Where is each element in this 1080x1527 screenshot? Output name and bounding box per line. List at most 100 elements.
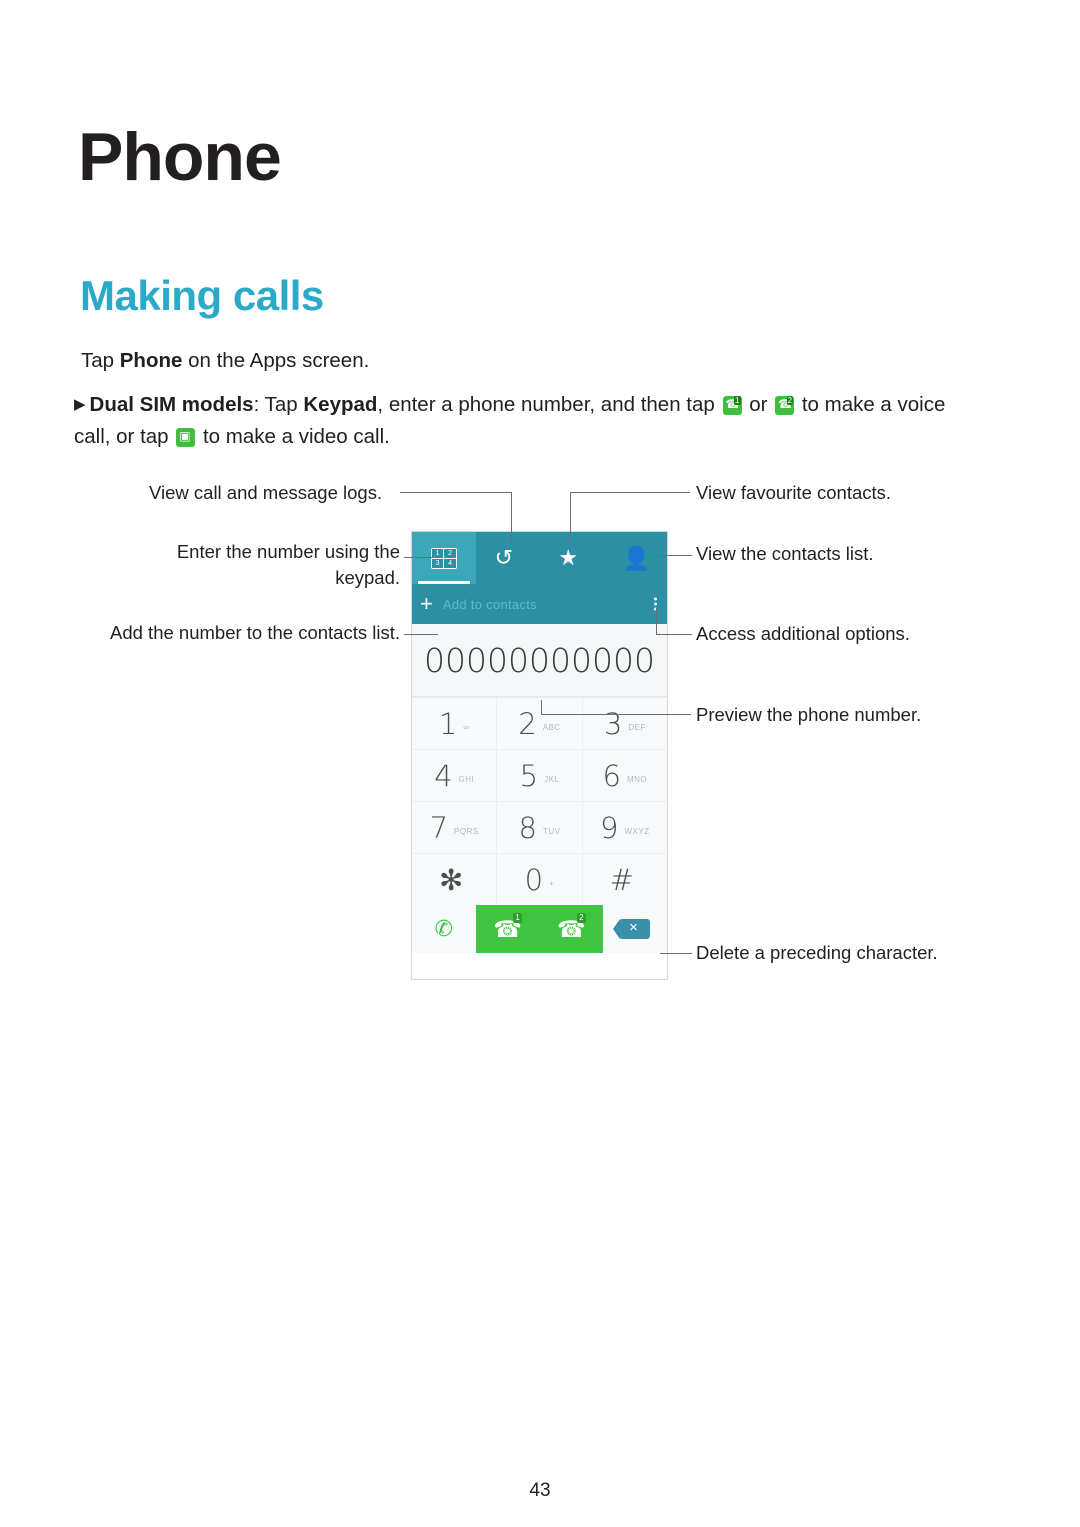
key-digit: 1 [438, 706, 458, 741]
intro-text-bold: Phone [119, 349, 183, 372]
leader-line-preview [541, 714, 691, 715]
tab-favourites[interactable]: ★ [540, 532, 604, 584]
page-title: Phone [78, 119, 282, 195]
call-sim2-button[interactable]: ☎ 2 [539, 905, 604, 953]
add-to-contacts-bar[interactable]: + Add to contacts [412, 584, 667, 624]
key-digit: 2 [518, 706, 537, 741]
key-5[interactable]: 5 JKL [497, 750, 582, 801]
callout-favourites: View favourite contacts. [696, 482, 892, 503]
dual-sim-paragraph: ▶ Dual SIM models: Tap Keypad, enter a ph… [74, 389, 974, 453]
callout-delete-char: Delete a preceding character. [696, 942, 938, 963]
key-digit: 9 [600, 810, 619, 845]
page-number: 43 [529, 1480, 551, 1501]
key-6[interactable]: 6 MNO [582, 750, 667, 801]
call-log-icon: ↺ [494, 545, 514, 570]
intro-paragraph: Tap Phone on the Apps screen. [81, 345, 781, 377]
leader-line-call-logs-v [511, 492, 512, 542]
callout-preview-number: Preview the phone number. [696, 704, 922, 725]
key-star[interactable]: ✻ [412, 854, 497, 905]
dial-keypad: 1 ∞ 2 ABC 3 DEF 4 GHI 5 JKL 6 MNO 7 PQRS 8 TUV 9… [412, 697, 667, 905]
key-sublabel: JKL [544, 775, 560, 784]
sim1-badge: 1 [513, 913, 522, 923]
leader-line-call-logs [400, 492, 512, 493]
person-icon: 👤 [622, 545, 651, 571]
leader-line-add-contacts [404, 634, 438, 635]
key-digit: # [609, 862, 634, 897]
number-preview-text: 00000000000 [424, 640, 655, 680]
dual-sim-text-1: : Tap [253, 393, 304, 416]
keypad-icon-key-2: 2 [444, 548, 456, 558]
leader-line-favourites [570, 492, 690, 493]
key-sublabel: MNO [626, 775, 648, 784]
key-9[interactable]: 9 WXYZ [582, 802, 667, 853]
keypad-bold: Keypad [303, 393, 378, 416]
dual-sim-text-5: to make a video call. [197, 425, 390, 448]
leader-line-favourites-v [570, 492, 571, 542]
leader-line-more-options [656, 634, 692, 635]
star-icon: ★ [558, 545, 579, 570]
leader-line-preview-v [541, 700, 542, 715]
key-8[interactable]: 8 TUV [497, 802, 582, 853]
video-call-icon: ✆ [434, 916, 454, 941]
dual-sim-text-2: , enter a phone number, and then tap [377, 393, 721, 416]
call-sim1-icon: ☎ 1 [722, 396, 742, 415]
key-digit: 4 [434, 758, 453, 793]
tab-keypad[interactable]: 1 2 3 4 [412, 532, 476, 584]
phone-tab-bar: 1 2 3 4 ↺ ★ 👤 [412, 532, 667, 584]
backspace-icon [613, 917, 651, 939]
key-7[interactable]: 7 PQRS [412, 802, 497, 853]
key-sublabel: DEF [628, 723, 646, 732]
key-digit: 7 [429, 810, 449, 845]
dual-sim-text-3: or [743, 393, 774, 416]
callout-contacts-list: View the contacts list. [696, 543, 874, 564]
key-sublabel: ABC [542, 723, 561, 732]
plus-icon: + [420, 591, 433, 616]
sim2-badge: 2 [577, 913, 586, 923]
video-call-icon: ▣ [176, 428, 196, 447]
leader-line-keypad-entry [404, 557, 440, 558]
callout-add-contacts: Add the number to the contacts list. [110, 622, 400, 643]
phone-screen-illustration: 1 2 3 4 ↺ ★ 👤 + Add to contacts 00000000… [412, 532, 667, 979]
key-3[interactable]: 3 DEF [582, 698, 667, 749]
callout-keypad-entry: Enter the number using the keypad. [176, 541, 400, 588]
callout-more-options: Access additional options. [696, 623, 910, 644]
key-hash[interactable]: # [582, 854, 667, 905]
key-2[interactable]: 2 ABC [497, 698, 582, 749]
leader-line-more-options-v [656, 608, 657, 634]
keypad-icon: 1 2 3 4 [430, 547, 457, 569]
key-digit: 5 [519, 758, 539, 793]
tab-logs[interactable]: ↺ [476, 532, 540, 584]
callout-call-logs: View call and message logs. [149, 482, 383, 503]
add-to-contacts-label: Add to contacts [442, 596, 537, 612]
keypad-icon-key-3: 3 [431, 558, 444, 568]
call-action-bar: ✆ ☎ 1 ☎ 2 [412, 905, 667, 953]
key-sublabel: GHI [458, 775, 475, 784]
key-0[interactable]: 0 + [497, 854, 582, 905]
key-digit: 3 [603, 706, 623, 741]
section-title: Making calls [80, 272, 324, 319]
number-preview: 00000000000 [412, 624, 667, 697]
leader-line-contacts-list [650, 555, 692, 556]
bullet-marker-icon: ▶ [74, 396, 86, 413]
video-call-button[interactable]: ✆ [412, 905, 476, 953]
key-sublabel: WXYZ [624, 827, 650, 836]
keypad-icon-key-4: 4 [444, 558, 456, 568]
tab-contacts[interactable]: 👤 [603, 532, 667, 584]
key-1[interactable]: 1 ∞ [412, 698, 497, 749]
dual-sim-bold: Dual SIM models [89, 393, 254, 416]
key-digit: 6 [602, 758, 621, 793]
key-sublabel: PQRS [454, 827, 479, 836]
key-sublabel: TUV [542, 827, 561, 836]
call-sim1-button[interactable]: ☎ 1 [475, 905, 540, 953]
key-4[interactable]: 4 GHI [412, 750, 497, 801]
intro-text-pre: Tap [81, 349, 120, 372]
key-digit: ✻ [439, 862, 464, 897]
key-digit: 0 [524, 862, 544, 897]
key-sublabel: + [549, 879, 555, 888]
backspace-button[interactable] [603, 905, 667, 953]
key-sublabel: ∞ [463, 723, 470, 732]
call-sim2-icon: ☎ 2 [775, 396, 795, 415]
leader-line-delete [660, 953, 692, 954]
intro-text-post: on the Apps screen. [182, 349, 370, 372]
key-digit: 8 [518, 810, 537, 845]
